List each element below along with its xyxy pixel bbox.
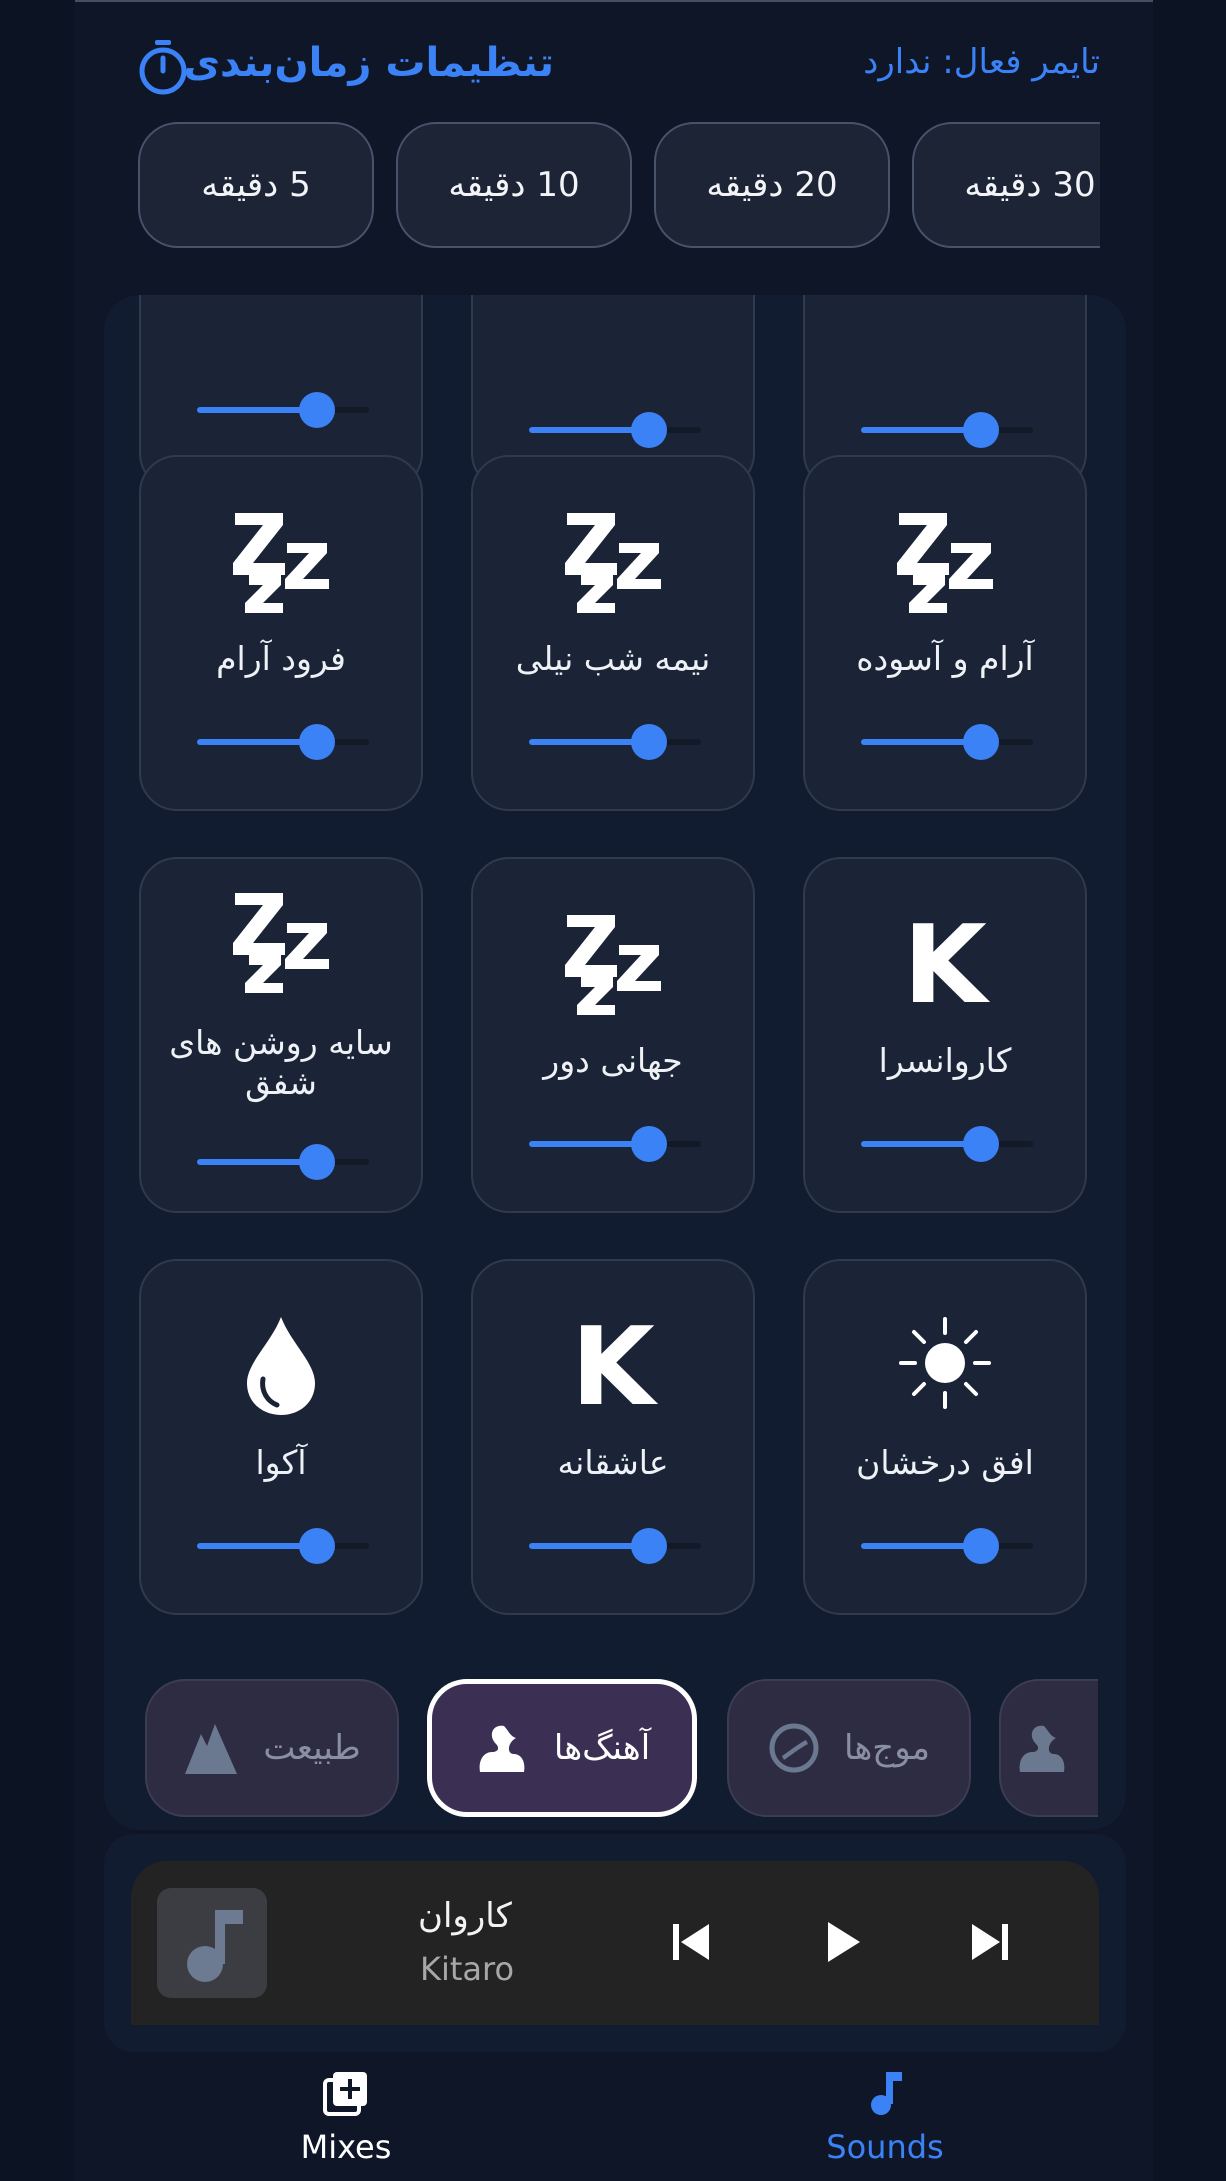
swan-icon: [1019, 1725, 1065, 1772]
sound-label: افق درخشان: [856, 1443, 1034, 1482]
volume-slider[interactable]: [197, 392, 369, 428]
k-letter-glyph: K: [571, 1305, 655, 1430]
sleep-zzz-icon: [473, 911, 753, 1021]
water-drop-icon: [141, 1313, 421, 1423]
volume-slider[interactable]: [861, 724, 1033, 760]
wave-circle-icon: [769, 1723, 819, 1773]
sun-icon: [805, 1313, 1085, 1423]
volume-thumb[interactable]: [299, 1144, 336, 1180]
song-title: کاروان: [418, 1896, 512, 1936]
nav-sounds-label: Sounds: [826, 2128, 944, 2166]
next-track-icon[interactable]: [960, 1912, 1020, 1972]
category-tabs: طبیعت آهنگ‌ها موج‌ها: [143, 1675, 1098, 1825]
sound-label: فرود آرام: [216, 639, 346, 678]
category-tab-nature[interactable]: طبیعت: [145, 1679, 399, 1817]
sound-label: جهانی دور: [543, 1041, 683, 1080]
swan-icon: [479, 1725, 525, 1772]
sound-label: آکوا: [255, 1443, 307, 1482]
category-label: موج‌ها: [844, 1728, 931, 1768]
sleep-zzz-icon: [805, 509, 1085, 619]
sound-label: نیمه شب نیلی: [515, 639, 711, 678]
sound-label: آرام و آسوده: [856, 639, 1034, 678]
volume-slider[interactable]: [529, 1126, 701, 1162]
sounds-panel: فرود آرام نیمه شب نیلی آرام و آسوده سایه رو…: [104, 295, 1126, 1830]
bottom-navigation: [75, 2054, 1153, 2181]
timer-chips: 5 دقیقه 10 دقیقه 20 دقیقه 30 دقیقه: [138, 120, 1100, 254]
volume-slider[interactable]: [861, 1126, 1033, 1162]
music-note-icon: [871, 2072, 902, 2115]
volume-thumb[interactable]: [299, 724, 336, 760]
sound-tile[interactable]: افق درخشان: [803, 1259, 1087, 1615]
sound-label: سایه روشن های شفق: [169, 1023, 393, 1102]
volume-slider[interactable]: [197, 724, 369, 760]
k-letter-icon: K: [805, 911, 1085, 1021]
song-artist: Kitaro: [420, 1950, 515, 1988]
mini-player[interactable]: [131, 1861, 1099, 2025]
volume-slider[interactable]: [861, 1528, 1033, 1564]
sleep-zzz-icon: [141, 889, 421, 999]
previous-track-icon[interactable]: [661, 1912, 721, 1972]
sound-tile[interactable]: آرام و آسوده: [803, 455, 1087, 811]
volume-thumb[interactable]: [963, 412, 1000, 448]
stopwatch-icon[interactable]: [136, 38, 190, 96]
timer-chip-10[interactable]: 10 دقیقه: [396, 122, 632, 248]
sound-label: کاروانسرا: [878, 1041, 1012, 1080]
sleep-zzz-icon: [141, 509, 421, 619]
mountain-icon: [185, 1724, 238, 1774]
k-letter-icon: K: [473, 1313, 753, 1423]
volume-thumb[interactable]: [631, 1126, 668, 1162]
volume-slider[interactable]: [197, 1528, 369, 1564]
sound-tile[interactable]: فرود آرام: [139, 455, 423, 811]
timer-chip-20[interactable]: 20 دقیقه: [654, 122, 890, 248]
volume-slider[interactable]: [529, 724, 701, 760]
active-timer-status: تایمر فعال: ندارد: [863, 42, 1100, 82]
volume-slider[interactable]: [529, 1528, 701, 1564]
volume-thumb[interactable]: [963, 724, 1000, 760]
category-label: آهنگ‌ها: [553, 1728, 651, 1768]
nav-sounds[interactable]: Sounds: [785, 2068, 985, 2166]
category-tab-waves[interactable]: موج‌ها: [727, 1679, 971, 1817]
k-letter-glyph: K: [903, 903, 987, 1028]
volume-slider[interactable]: [861, 412, 1033, 448]
category-label: طبیعت: [263, 1728, 361, 1768]
volume-thumb[interactable]: [963, 1126, 1000, 1162]
sleep-zzz-icon: [473, 509, 753, 619]
volume-thumb[interactable]: [631, 412, 668, 448]
volume-slider[interactable]: [197, 1144, 369, 1180]
sound-tile[interactable]: جهانی دور: [471, 857, 755, 1213]
add-mix-icon: [323, 2072, 367, 2116]
sound-tile[interactable]: K عاشقانه: [471, 1259, 755, 1615]
sound-tile[interactable]: نیمه شب نیلی: [471, 455, 755, 811]
sound-tile[interactable]: سایه روشن های شفق: [139, 857, 423, 1213]
category-tab-songs[interactable]: آهنگ‌ها: [427, 1679, 697, 1817]
category-tab-more[interactable]: [999, 1679, 1098, 1817]
volume-thumb[interactable]: [631, 1528, 668, 1564]
volume-thumb[interactable]: [631, 724, 668, 760]
sound-tile[interactable]: K کاروانسرا: [803, 857, 1087, 1213]
timer-chip-30[interactable]: 30 دقیقه: [912, 122, 1100, 248]
sound-tile[interactable]: آکوا: [139, 1259, 423, 1615]
volume-slider[interactable]: [529, 412, 701, 448]
top-divider: [75, 0, 1153, 2]
play-icon[interactable]: [812, 1912, 872, 1972]
volume-thumb[interactable]: [299, 392, 336, 428]
page-title: تنظیمات زمان‌بندی: [183, 40, 554, 86]
nav-mixes[interactable]: Mixes: [246, 2068, 446, 2166]
album-art: [157, 1888, 267, 1998]
volume-thumb[interactable]: [299, 1528, 336, 1564]
timer-chip-5[interactable]: 5 دقیقه: [138, 122, 374, 248]
nav-mixes-label: Mixes: [300, 2128, 392, 2166]
sound-label: عاشقانه: [557, 1443, 669, 1482]
volume-thumb[interactable]: [963, 1528, 1000, 1564]
music-note-icon: [187, 1910, 243, 1982]
